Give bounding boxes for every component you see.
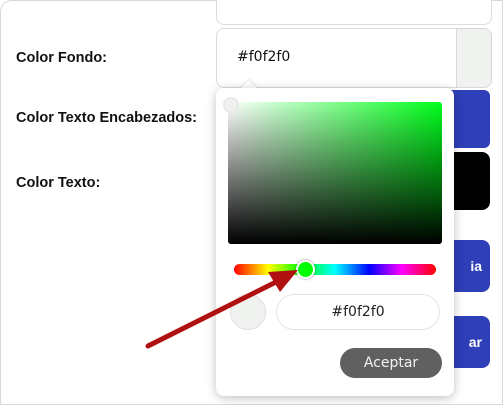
hue-slider[interactable] — [234, 260, 436, 279]
background-color-input[interactable]: #f0f2f0 — [216, 28, 457, 88]
color-picker-popover: #f0f2f0 Aceptar — [216, 88, 454, 396]
accept-button-label: Aceptar — [363, 355, 419, 371]
background-color-label: Color Fondo: — [16, 50, 108, 66]
action-button-1-label: ia — [470, 258, 482, 274]
saturation-handle[interactable] — [223, 97, 239, 113]
text-color-label: Color Texto: — [16, 175, 101, 191]
hex-input[interactable]: #f0f2f0 — [276, 294, 440, 330]
heading-text-color-label: Color Texto Encabezados: — [16, 110, 198, 126]
accept-button[interactable]: Aceptar — [340, 348, 442, 378]
color-preview — [230, 294, 266, 330]
saturation-value-area[interactable] — [223, 97, 442, 244]
background-color-value: #f0f2f0 — [237, 49, 291, 65]
settings-panel: Color Fondo: Color Texto Encabezados: Co… — [0, 0, 503, 405]
background-color-swatch[interactable] — [456, 28, 492, 88]
previous-field[interactable] — [216, 0, 492, 25]
action-button-2-label: ar — [468, 334, 482, 350]
hex-input-value: #f0f2f0 — [331, 304, 385, 320]
hue-slider-handle[interactable] — [296, 260, 315, 279]
